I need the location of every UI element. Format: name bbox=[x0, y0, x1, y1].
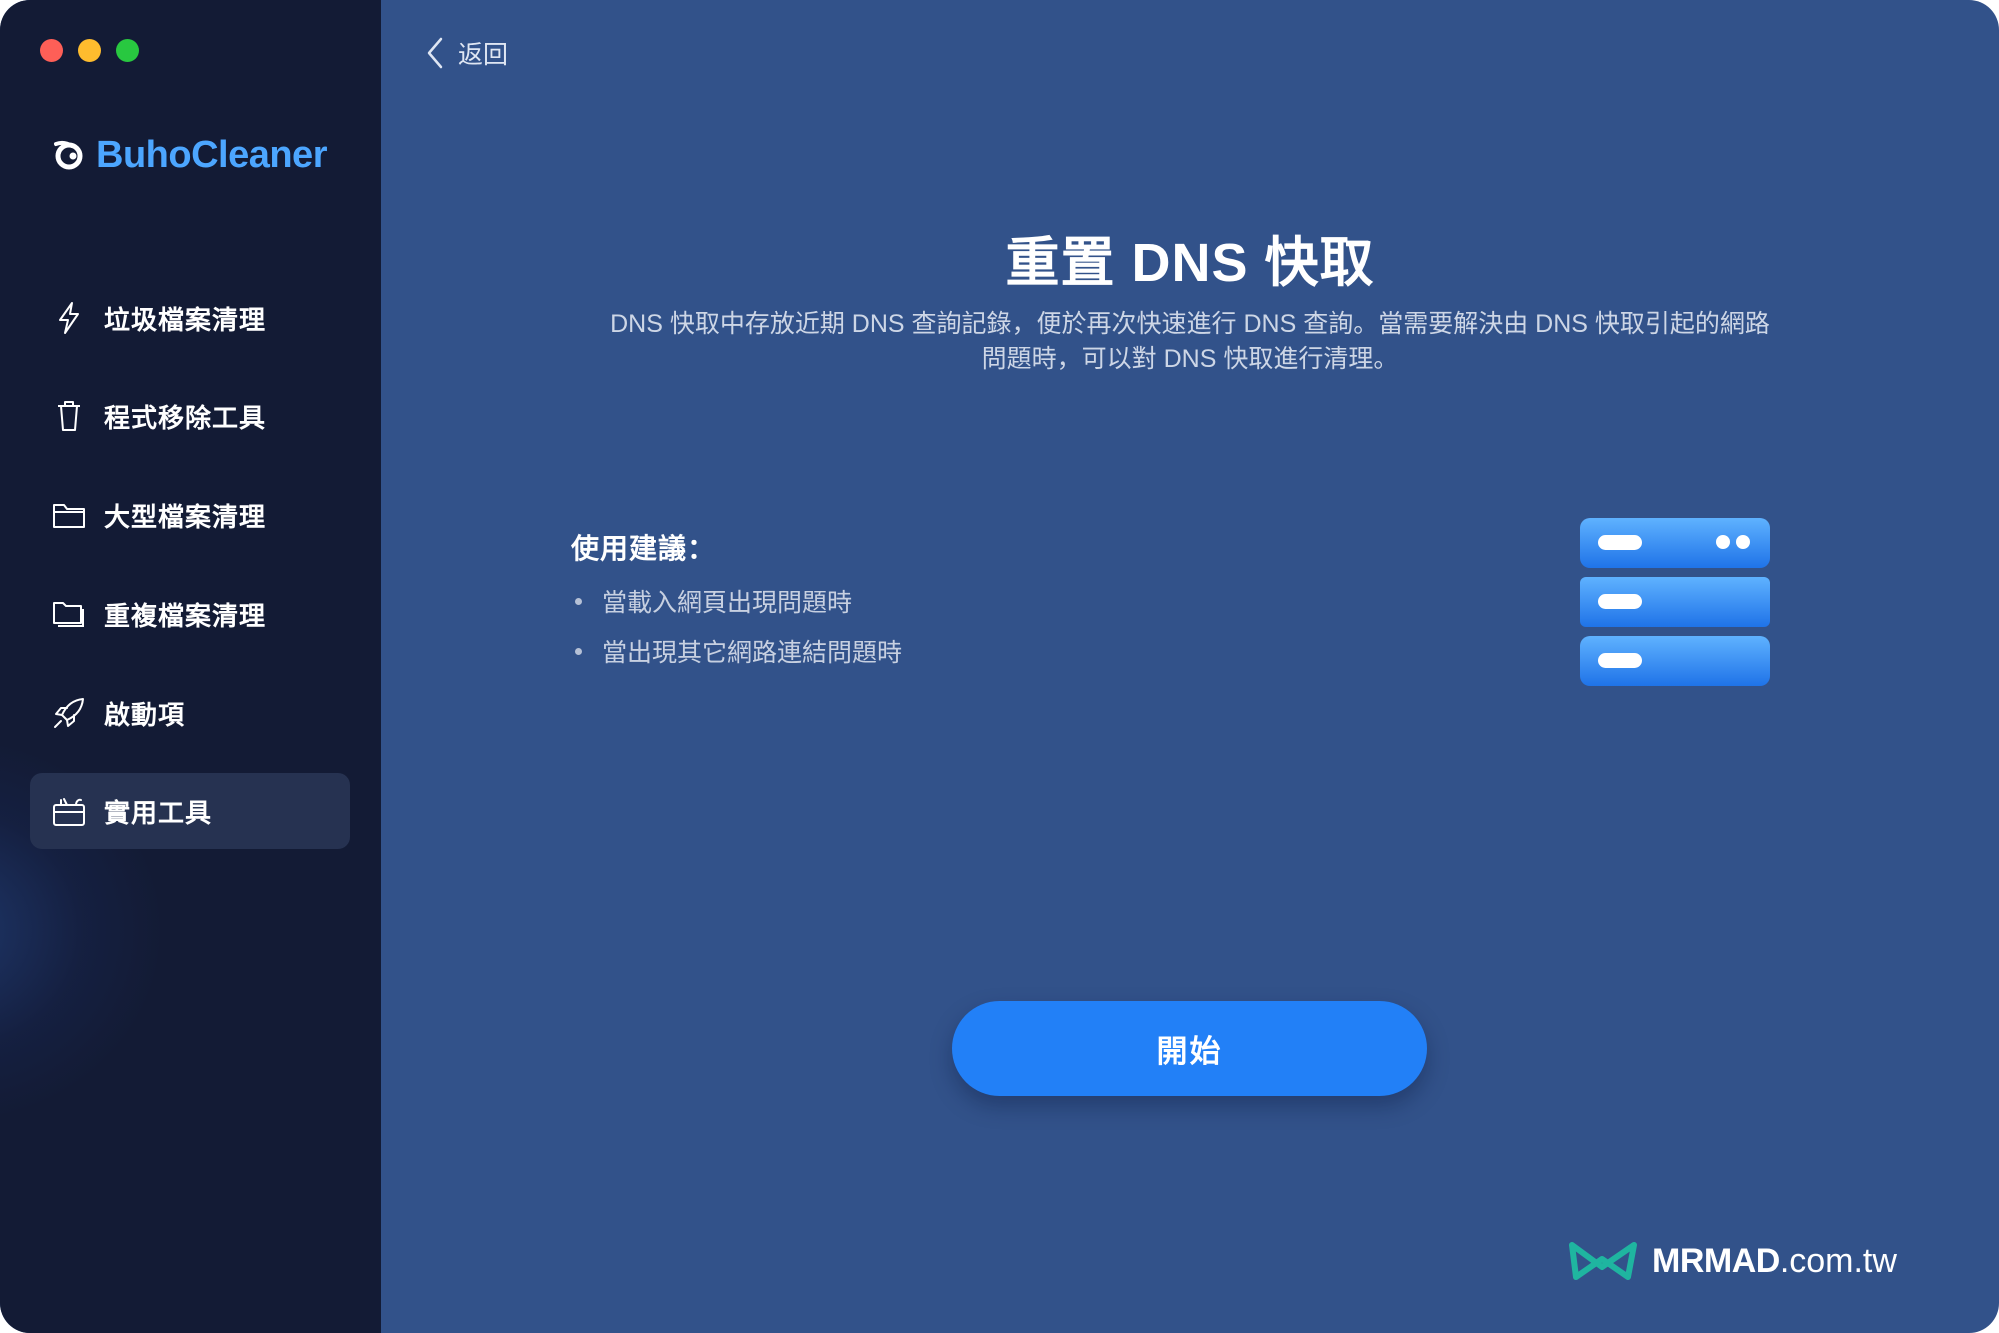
app-logo: BuhoCleaner bbox=[52, 130, 327, 180]
bolt-icon bbox=[52, 301, 86, 335]
tip-text: 當載入網頁出現問題時 bbox=[602, 589, 853, 617]
description-line: 問題時，可以對 DNS 快取進行清理。 bbox=[981, 345, 1399, 373]
dns-server-icon bbox=[1580, 518, 1770, 686]
watermark: MRMAD .com.tw bbox=[1568, 1236, 1897, 1286]
bullet-icon bbox=[575, 647, 582, 655]
tips-heading: 使用建議： bbox=[571, 533, 717, 564]
chevron-left-icon bbox=[427, 37, 443, 69]
description-line: DNS 快取中存放近期 DNS 查詢記錄，便於再次快速進行 DNS 查詢。當需要… bbox=[610, 310, 1770, 338]
sidebar-item-app-uninstaller[interactable]: 程式移除工具 bbox=[30, 378, 350, 454]
mrmad-logo-icon bbox=[1569, 1242, 1637, 1280]
rocket-icon bbox=[52, 696, 86, 730]
sidebar-item-utilities[interactable]: 實用工具 bbox=[30, 773, 350, 849]
sidebar-item-label: 大型檔案清理 bbox=[104, 501, 267, 532]
watermark-brand: MRMAD bbox=[1652, 1241, 1780, 1280]
duplicate-folder-icon bbox=[52, 597, 86, 631]
tip-item: 當出現其它網路連結問題時 bbox=[571, 633, 902, 669]
minimize-window-button[interactable] bbox=[78, 39, 101, 62]
sidebar-item-duplicate-files[interactable]: 重複檔案清理 bbox=[30, 576, 350, 652]
app-window: BuhoCleaner 垃圾檔案清理 程式移除工具 大型檔案清理 重複檔案清理 bbox=[0, 0, 1999, 1333]
toolbox-icon bbox=[52, 794, 86, 828]
folder-icon bbox=[52, 498, 86, 532]
sidebar-item-label: 實用工具 bbox=[104, 797, 213, 828]
trash-icon bbox=[52, 399, 86, 433]
sidebar: BuhoCleaner 垃圾檔案清理 程式移除工具 大型檔案清理 重複檔案清理 bbox=[0, 0, 381, 1333]
watermark-domain: .com.tw bbox=[1779, 1241, 1897, 1280]
sidebar-item-startup-items[interactable]: 啟動項 bbox=[30, 675, 350, 751]
page-title: 重置 DNS 快取 bbox=[1005, 233, 1375, 293]
bullet-icon bbox=[575, 597, 582, 605]
tip-text: 當出現其它網路連結問題時 bbox=[602, 639, 903, 667]
sidebar-item-large-files[interactable]: 大型檔案清理 bbox=[30, 477, 350, 553]
sidebar-item-junk-cleanup[interactable]: 垃圾檔案清理 bbox=[30, 280, 350, 356]
sidebar-item-label: 垃圾檔案清理 bbox=[104, 304, 267, 335]
start-button[interactable]: 開始 bbox=[952, 1001, 1427, 1096]
sidebar-item-label: 程式移除工具 bbox=[104, 402, 267, 433]
back-label: 返回 bbox=[458, 41, 509, 69]
page-description: DNS 快取中存放近期 DNS 查詢記錄，便於再次快速進行 DNS 查詢。當需要… bbox=[560, 307, 1820, 377]
maximize-window-button[interactable] bbox=[116, 39, 139, 62]
back-button[interactable]: 返回 bbox=[424, 32, 508, 74]
tip-item: 當載入網頁出現問題時 bbox=[571, 583, 852, 619]
app-name: BuhoCleaner bbox=[96, 133, 327, 176]
sidebar-item-label: 重複檔案清理 bbox=[104, 600, 267, 631]
close-window-button[interactable] bbox=[40, 39, 63, 62]
sidebar-item-label: 啟動項 bbox=[104, 699, 186, 730]
buho-logo-icon bbox=[54, 140, 83, 170]
